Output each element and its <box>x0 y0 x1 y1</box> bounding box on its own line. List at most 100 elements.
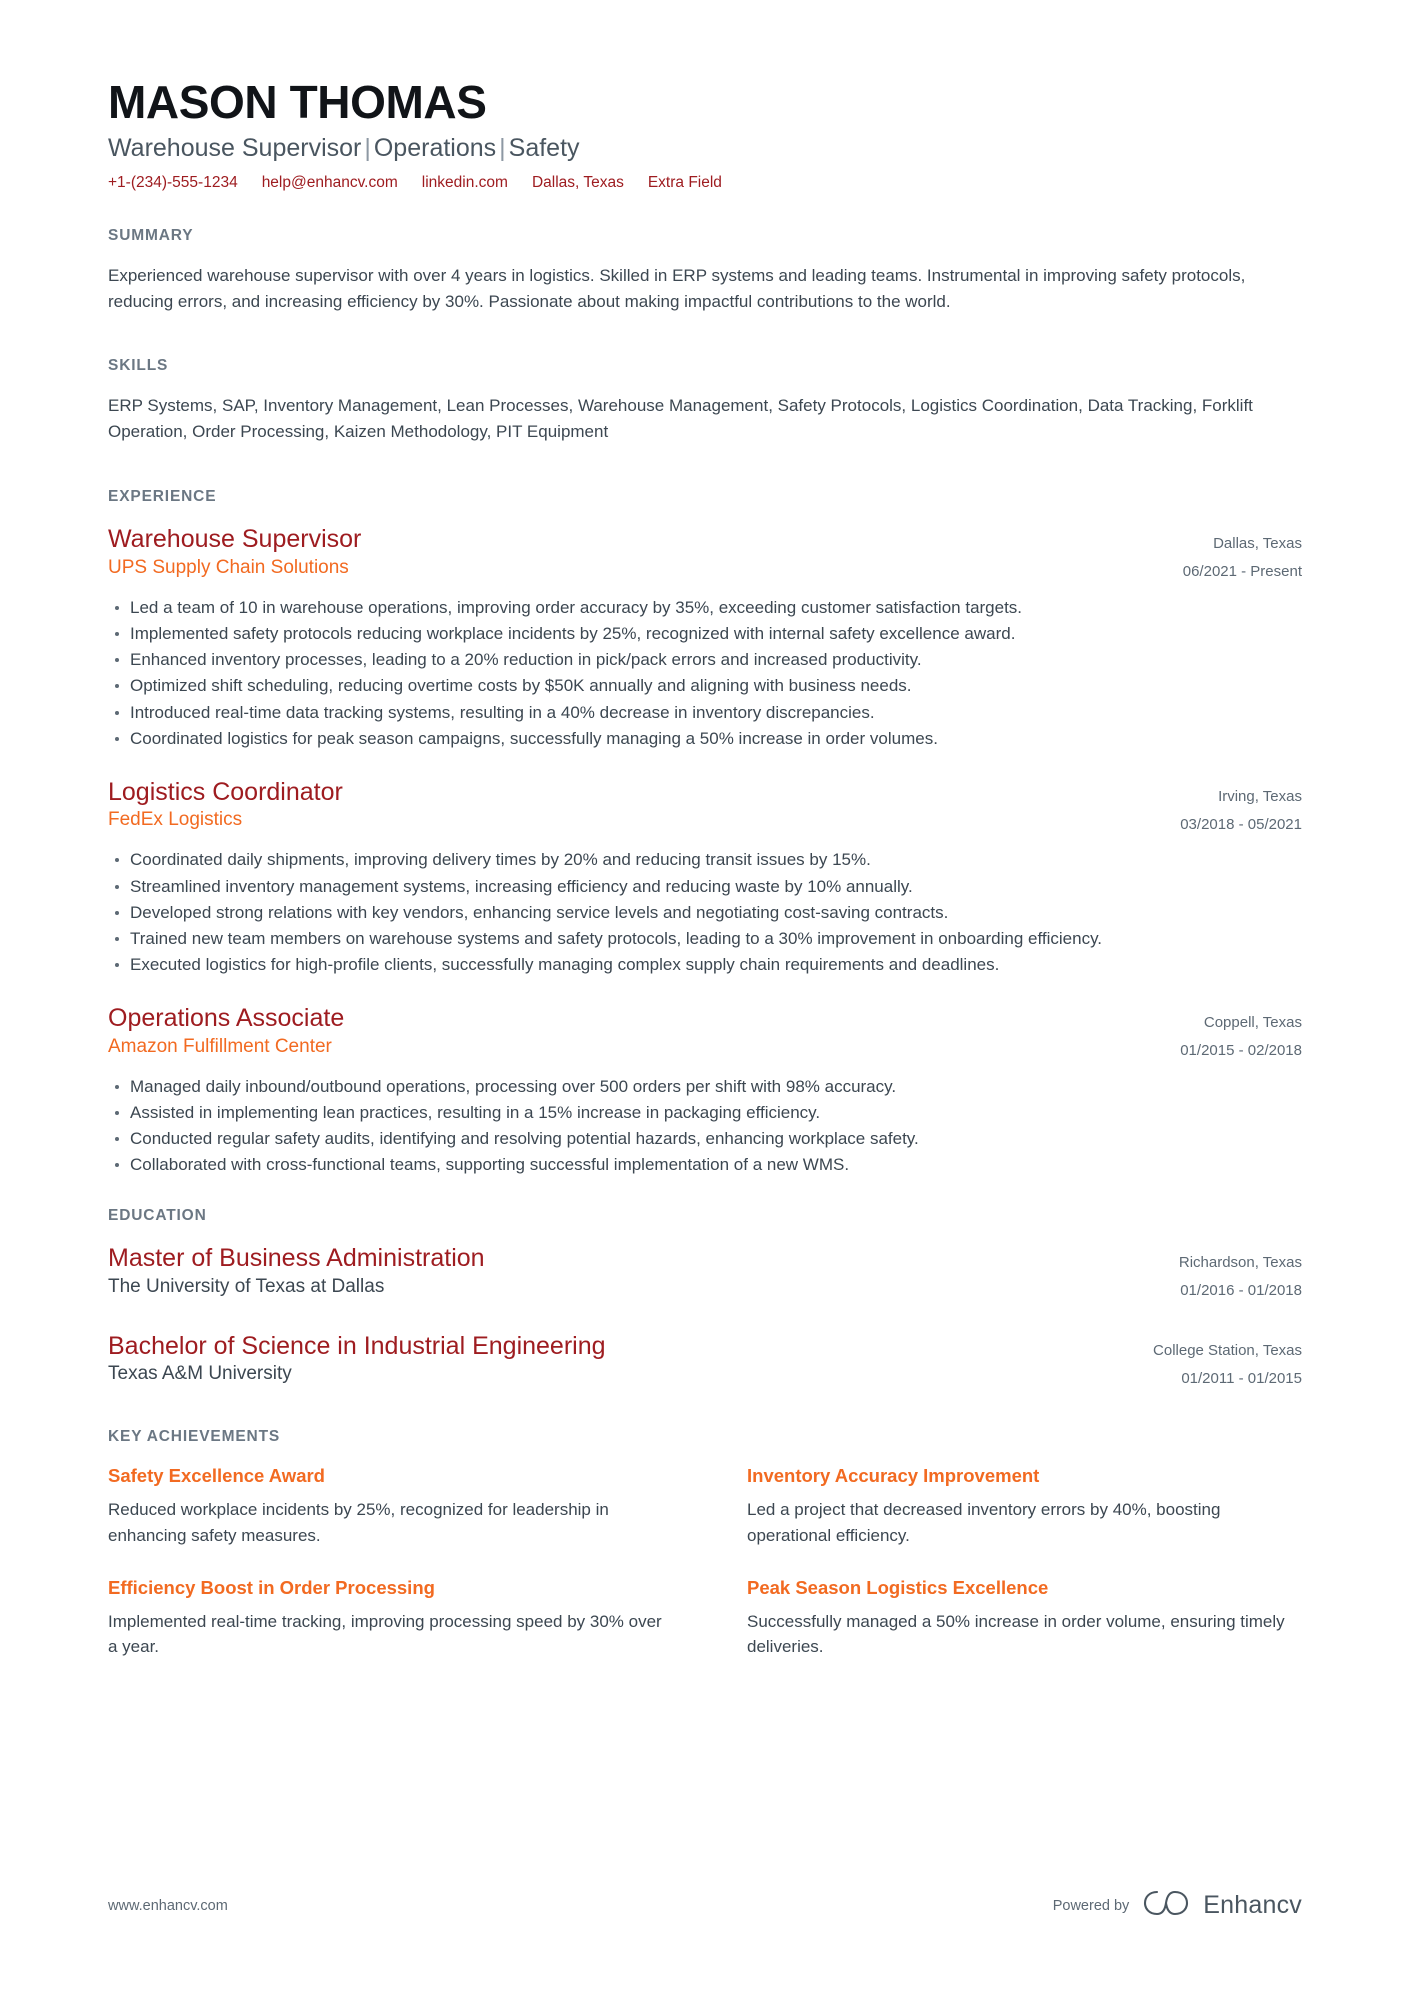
school-name: The University of Texas at Dallas <box>108 1275 385 1297</box>
company-name: UPS Supply Chain Solutions <box>108 556 349 578</box>
candidate-name: MASON THOMAS <box>108 76 487 128</box>
school-dates: 01/2011 - 01/2015 <box>1181 1369 1302 1387</box>
achievement-item: Efficiency Boost in Order Processing Impl… <box>108 1576 663 1659</box>
job-bullet: Implemented safety protocols reducing wo… <box>108 621 1302 646</box>
job-bullet: Streamlined inventory management systems… <box>108 874 1302 899</box>
summary-section: SUMMARY Experienced warehouse supervisor… <box>108 227 1302 315</box>
education-entry-meta: College Station, Texas 01/2011 - 01/2015 <box>1153 1331 1302 1393</box>
job-bullet-list: Led a team of 10 in warehouse operations… <box>108 595 1302 751</box>
job-title: Warehouse Supervisor <box>108 525 362 554</box>
experience-entry-meta: Irving, Texas 03/2018 - 05/2021 <box>1180 777 1302 839</box>
job-bullet: Led a team of 10 in warehouse operations… <box>108 595 1302 620</box>
experience-entry-main: Logistics Coordinator FedEx Logistics <box>108 777 1156 833</box>
job-dates: 06/2021 - Present <box>1182 563 1302 581</box>
job-location: Irving, Texas <box>1218 787 1302 805</box>
experience-entry-main: Operations Associate Amazon Fulfillment C… <box>108 1003 1156 1059</box>
achievements-section-title: KEY ACHIEVEMENTS <box>108 1428 281 1446</box>
experience-entry-main: Warehouse Supervisor UPS Supply Chain Sol… <box>108 524 1159 580</box>
job-bullet: Enhanced inventory processes, leading to… <box>108 647 1302 672</box>
contact-row: +1-(234)-555-1234 help@enhancv.com linkedi… <box>108 173 1302 193</box>
footer-website-url[interactable]: www.enhancv.com <box>108 1898 228 1914</box>
experience-entry: Logistics Coordinator FedEx Logistics Irvi… <box>108 777 1302 977</box>
resume-header: MASON THOMAS Warehouse Supervisor | Operat… <box>108 78 1302 193</box>
education-entries: Master of Business Administration The Uni… <box>108 1243 1302 1392</box>
experience-entry: Operations Associate Amazon Fulfillment C… <box>108 1003 1302 1177</box>
degree-title: Bachelor of Science in Industrial Engine… <box>108 1331 606 1360</box>
job-bullet: Conducted regular safety audits, identif… <box>108 1126 1302 1151</box>
candidate-headline: Warehouse Supervisor | Operations | Safety <box>108 133 1302 164</box>
education-entry-main: Bachelor of Science in Industrial Engine… <box>108 1331 1129 1387</box>
headline-part-3: Safety <box>508 133 580 162</box>
page-footer: www.enhancv.com Powered by Enhancv <box>108 1888 1302 1923</box>
experience-entry-meta: Coppell, Texas 01/2015 - 02/2018 <box>1180 1003 1302 1065</box>
job-bullet: Introduced real-time data tracking syste… <box>108 700 1302 725</box>
contact-extra[interactable]: Extra Field <box>648 173 722 193</box>
education-entry-main: Master of Business Administration The Uni… <box>108 1243 1155 1299</box>
school-location: College Station, Texas <box>1153 1341 1302 1359</box>
education-entry-meta: Richardson, Texas 01/2016 - 01/2018 <box>1179 1243 1302 1305</box>
job-bullet: Executed logistics for high-profile clie… <box>108 952 1302 977</box>
job-bullet-list: Managed daily inbound/outbound operation… <box>108 1074 1302 1178</box>
experience-entry: Warehouse Supervisor UPS Supply Chain Sol… <box>108 524 1302 750</box>
experience-entry-header: Operations Associate Amazon Fulfillment C… <box>108 1003 1302 1065</box>
job-bullet: Trained new team members on warehouse sy… <box>108 926 1302 951</box>
job-bullet: Optimized shift scheduling, reducing ove… <box>108 673 1302 698</box>
experience-section-title: EXPERIENCE <box>108 488 217 506</box>
experience-section: EXPERIENCE Warehouse Supervisor UPS Suppl… <box>108 488 1302 1177</box>
headline-separator: | <box>364 133 371 162</box>
summary-section-title: SUMMARY <box>108 227 194 245</box>
achievement-title: Peak Season Logistics Excellence <box>747 1576 1049 1598</box>
education-entry: Master of Business Administration The Uni… <box>108 1243 1302 1305</box>
job-dates: 03/2018 - 05/2021 <box>1180 815 1302 833</box>
achievement-description: Implemented real-time tracking, improvin… <box>108 1611 662 1656</box>
achievement-description: Reduced workplace incidents by 25%, reco… <box>108 1500 609 1545</box>
skills-text: ERP Systems, SAP, Inventory Management, … <box>108 395 1253 441</box>
school-dates: 01/2016 - 01/2018 <box>1180 1282 1302 1300</box>
job-bullet-list: Coordinated daily shipments, improving d… <box>108 847 1302 977</box>
school-name: Texas A&M University <box>108 1363 292 1385</box>
job-title: Operations Associate <box>108 1004 345 1033</box>
headline-part-2: Operations <box>373 133 497 162</box>
company-name: Amazon Fulfillment Center <box>108 1035 332 1057</box>
job-bullet: Managed daily inbound/outbound operation… <box>108 1074 1302 1099</box>
achievement-title: Efficiency Boost in Order Processing <box>108 1576 435 1598</box>
job-bullet: Collaborated with cross-functional teams… <box>108 1152 1302 1177</box>
degree-title: Master of Business Administration <box>108 1244 485 1273</box>
achievement-description: Successfully managed a 50% increase in o… <box>747 1611 1285 1656</box>
skills-section-title: SKILLS <box>108 356 169 374</box>
job-bullet: Developed strong relations with key vend… <box>108 900 1302 925</box>
headline-part-1: Warehouse Supervisor <box>108 133 362 162</box>
achievement-item: Inventory Accuracy Improvement Led a proj… <box>747 1464 1302 1547</box>
powered-by-label: Powered by <box>1052 1897 1130 1914</box>
enhancv-brand-name: Enhancv <box>1203 1891 1302 1919</box>
job-bullet: Coordinated logistics for peak season ca… <box>108 726 1302 751</box>
achievement-item: Peak Season Logistics Excellence Successf… <box>747 1576 1302 1659</box>
education-entry-header: Master of Business Administration The Uni… <box>108 1243 1302 1305</box>
achievement-grid: Safety Excellence Award Reduced workplace… <box>108 1464 1302 1659</box>
experience-entry-meta: Dallas, Texas 06/2021 - Present <box>1183 524 1302 586</box>
company-name: FedEx Logistics <box>108 809 243 831</box>
job-location: Dallas, Texas <box>1213 535 1302 553</box>
education-section: EDUCATION Master of Business Administrat… <box>108 1207 1302 1392</box>
education-entry: Bachelor of Science in Industrial Engine… <box>108 1331 1302 1393</box>
education-entry-header: Bachelor of Science in Industrial Engine… <box>108 1331 1302 1393</box>
achievement-description: Led a project that decreased inventory e… <box>747 1500 1221 1545</box>
school-location: Richardson, Texas <box>1178 1254 1302 1272</box>
achievement-title: Inventory Accuracy Improvement <box>747 1465 1040 1487</box>
achievement-item: Safety Excellence Award Reduced workplace… <box>108 1464 663 1547</box>
job-bullet: Assisted in implementing lean practices,… <box>108 1100 1302 1125</box>
contact-email[interactable]: help@enhancv.com <box>262 173 398 193</box>
experience-entry-header: Warehouse Supervisor UPS Supply Chain Sol… <box>108 524 1302 586</box>
headline-separator: | <box>499 133 506 162</box>
contact-location[interactable]: Dallas, Texas <box>532 173 624 193</box>
experience-entry-header: Logistics Coordinator FedEx Logistics Irvi… <box>108 777 1302 839</box>
job-dates: 01/2015 - 02/2018 <box>1180 1041 1302 1059</box>
footer-brand: Powered by Enhancv <box>1053 1888 1302 1923</box>
job-title: Logistics Coordinator <box>108 777 343 806</box>
education-section-title: EDUCATION <box>108 1207 207 1225</box>
job-location: Coppell, Texas <box>1203 1014 1302 1032</box>
resume-page: MASON THOMAS Warehouse Supervisor | Operat… <box>0 0 1410 1995</box>
achievement-title: Safety Excellence Award <box>108 1465 325 1487</box>
contact-phone[interactable]: +1-(234)-555-1234 <box>108 173 238 193</box>
contact-linkedin[interactable]: linkedin.com <box>422 173 508 193</box>
